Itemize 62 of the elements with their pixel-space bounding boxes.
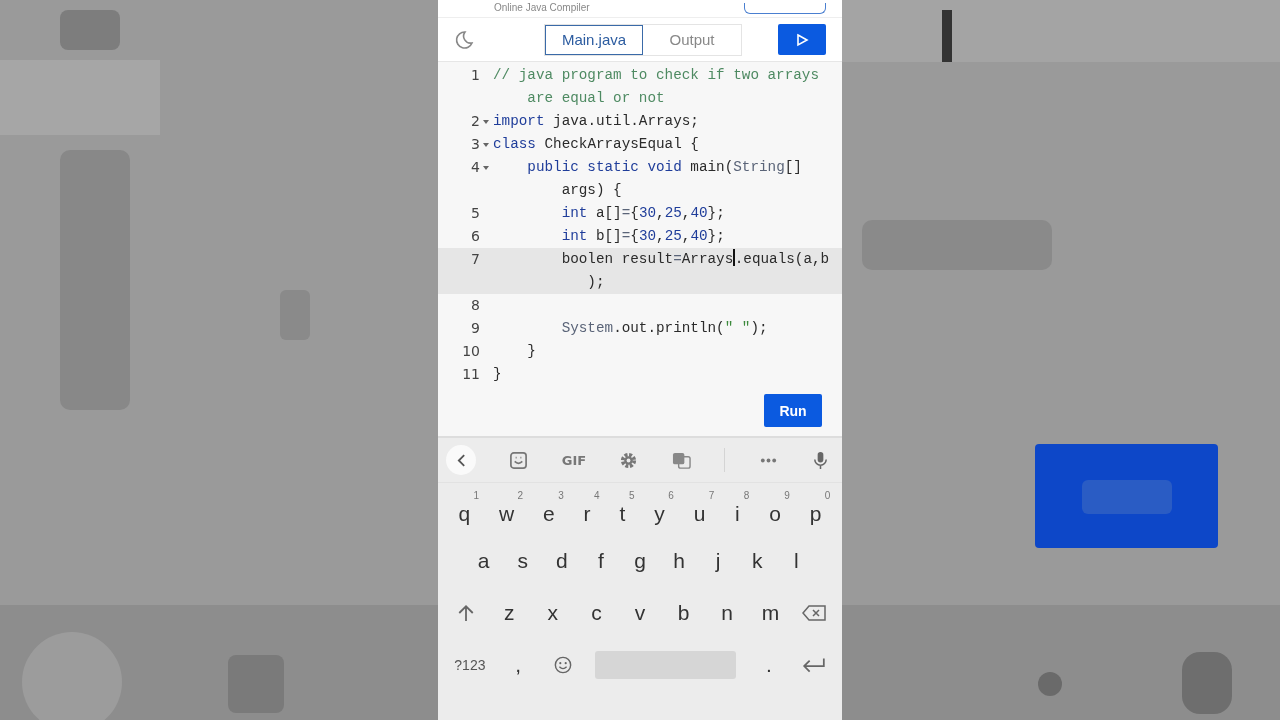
fold-arrow-icon[interactable]	[483, 143, 489, 147]
line-number: 3	[471, 135, 480, 154]
keyboard-key[interactable]: f	[588, 547, 613, 575]
code-line: int a[]={30,25,40};	[560, 205, 725, 221]
keyboard-key[interactable]: l	[784, 547, 809, 575]
run-button[interactable]: Run	[764, 394, 822, 427]
code-line: int b[]={30,25,40};	[560, 228, 725, 244]
emoji-icon[interactable]	[553, 656, 572, 674]
code-line: );	[586, 274, 605, 290]
line-number: 5	[471, 204, 480, 223]
line-number: 10	[462, 342, 480, 361]
line-number: 4	[471, 158, 480, 177]
keyboard-key[interactable]: h	[667, 547, 692, 575]
back-icon[interactable]	[446, 445, 476, 475]
keyboard-key[interactable]: m	[758, 599, 783, 627]
code-line: boolen result=Arrays.equals(a,b	[560, 251, 830, 267]
code-line: }	[526, 343, 536, 359]
fold-arrow-icon[interactable]	[483, 120, 489, 124]
settings-icon[interactable]	[619, 450, 639, 470]
keyboard-key[interactable]: c	[584, 599, 609, 627]
keyboard-key[interactable]: x	[540, 599, 565, 627]
run-button[interactable]	[778, 24, 826, 55]
keyboard-key[interactable]: d	[549, 547, 574, 575]
code-line: are equal or not	[526, 90, 665, 106]
keyboard-key[interactable]: z	[497, 599, 522, 627]
line-number: 9	[471, 319, 480, 338]
file-tab[interactable]: Main.java	[545, 24, 643, 55]
sticker-icon[interactable]	[509, 450, 529, 470]
line-number: 6	[471, 227, 480, 246]
header-button[interactable]	[744, 3, 826, 14]
code-line: args) {	[560, 182, 622, 198]
keyboard-key[interactable]: .	[757, 651, 782, 679]
play-icon	[795, 32, 809, 47]
keyboard-key[interactable]: k	[745, 547, 770, 575]
code-line: public static void main(String[]	[526, 159, 802, 175]
keyboard-key[interactable]: ?123	[454, 651, 486, 679]
code-line: // java program to check if two arrays	[493, 67, 820, 83]
keyboard-key[interactable]: ,	[506, 651, 531, 679]
line-number: 2	[471, 112, 480, 131]
line-number: 11	[462, 365, 480, 384]
keyboard-key[interactable]: g	[628, 547, 652, 575]
enter-icon[interactable]	[801, 657, 826, 673]
shift-icon[interactable]	[456, 604, 475, 622]
keyboard-key[interactable]: s	[510, 547, 535, 575]
keyboard-key[interactable]: j	[706, 547, 731, 575]
backspace-icon[interactable]	[802, 605, 827, 621]
fold-arrow-icon[interactable]	[483, 166, 489, 170]
code-line: class CheckArraysEqual {	[493, 136, 699, 152]
moon-icon[interactable]	[454, 29, 474, 50]
keyboard-key[interactable]: n	[715, 599, 740, 627]
code-line: }	[493, 366, 502, 382]
keyboard-key[interactable]: v	[627, 599, 652, 627]
site-title: Online Java Compiler	[494, 2, 590, 14]
line-number: 1	[471, 66, 480, 85]
line-number: 7	[471, 250, 480, 269]
code-line: System.out.println(" ");	[560, 320, 768, 336]
keyboard-key[interactable]: a	[471, 547, 496, 575]
code-line: import java.util.Arrays;	[493, 113, 699, 129]
gif-button[interactable]: GIF	[561, 452, 587, 468]
line-number: 8	[471, 296, 480, 315]
keyboard-key[interactable]: b	[671, 599, 696, 627]
translate-icon[interactable]	[671, 450, 691, 470]
